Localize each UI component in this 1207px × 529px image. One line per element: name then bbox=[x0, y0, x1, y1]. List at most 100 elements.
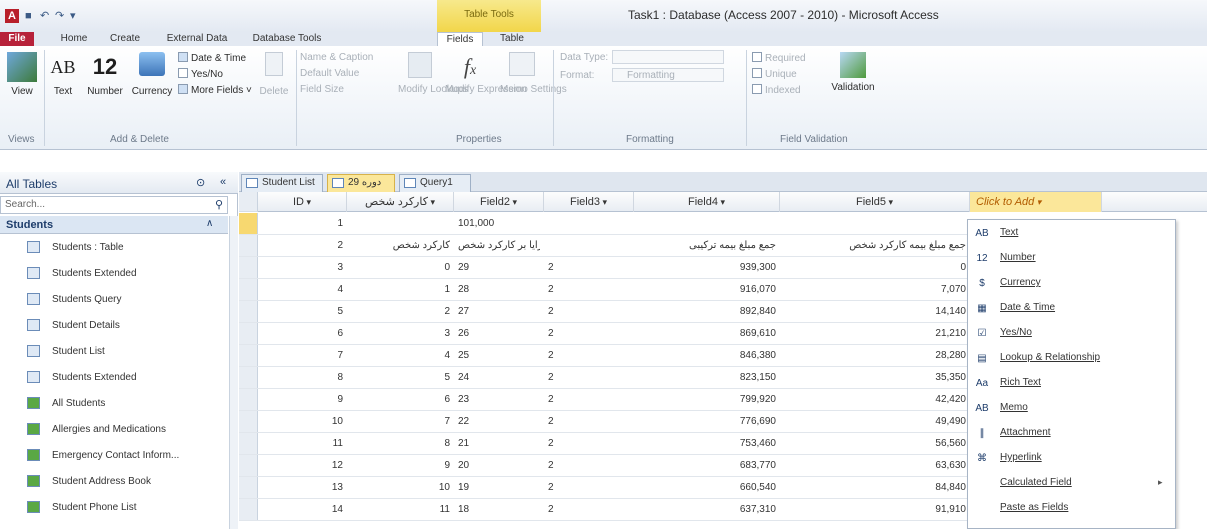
nav-scrollbar[interactable] bbox=[229, 216, 238, 529]
table-cell[interactable]: 8 bbox=[262, 369, 343, 387]
table-cell[interactable]: 660,540 bbox=[638, 479, 776, 497]
nav-item[interactable]: Emergency Contact Inform... bbox=[0, 444, 228, 468]
sort-dropdown-icon[interactable]: ▾ bbox=[304, 197, 311, 207]
table-cell[interactable]: 28 bbox=[458, 281, 540, 299]
sort-dropdown-icon[interactable]: ▾ bbox=[886, 197, 893, 207]
table-cell[interactable]: جمع مبلغ بیمه ترکیبی bbox=[638, 237, 776, 255]
menu-item-paste-as-fields[interactable]: Paste as Fields bbox=[968, 497, 1175, 521]
document-tab[interactable]: Student List bbox=[241, 174, 323, 192]
table-cell[interactable]: 1 bbox=[262, 215, 343, 233]
table-cell[interactable]: 21,210 bbox=[784, 325, 966, 343]
menu-item-lookup[interactable]: ▤ Lookup & Relationship bbox=[968, 347, 1175, 371]
table-cell[interactable]: 91,910 bbox=[784, 501, 966, 519]
nav-item[interactable]: Students : Table bbox=[0, 236, 228, 260]
table-cell[interactable]: 799,920 bbox=[638, 391, 776, 409]
default-value-button[interactable]: Default Value bbox=[300, 68, 359, 80]
table-cell[interactable]: 2 bbox=[548, 347, 630, 365]
table-cell[interactable]: 7 bbox=[262, 347, 343, 365]
table-cell[interactable]: 35,350 bbox=[784, 369, 966, 387]
tab-table[interactable]: Table bbox=[490, 32, 534, 46]
sort-dropdown-icon[interactable]: ▾ bbox=[428, 197, 435, 207]
table-cell[interactable]: 846,380 bbox=[638, 347, 776, 365]
search-icon[interactable]: ⚲ bbox=[215, 198, 223, 211]
table-cell[interactable]: 19 bbox=[458, 479, 540, 497]
text-field-button[interactable]: AB Text bbox=[47, 52, 79, 98]
table-cell[interactable] bbox=[548, 237, 630, 255]
table-cell[interactable]: کارکرد شخص bbox=[351, 237, 450, 255]
table-cell[interactable]: 4 bbox=[262, 281, 343, 299]
table-cell[interactable]: 9 bbox=[351, 457, 450, 475]
column-header[interactable]: Field2 ▾ bbox=[454, 192, 544, 212]
select-all-corner[interactable] bbox=[239, 192, 258, 212]
table-cell[interactable]: 2 bbox=[548, 413, 630, 431]
tab-create[interactable]: Create bbox=[102, 32, 148, 46]
table-cell[interactable]: 7,070 bbox=[784, 281, 966, 299]
table-cell[interactable]: 2 bbox=[548, 325, 630, 343]
table-cell[interactable]: 8 bbox=[351, 435, 450, 453]
menu-item-calculated-field[interactable]: Calculated Field ▸ bbox=[968, 472, 1175, 496]
table-cell[interactable]: 753,460 bbox=[638, 435, 776, 453]
table-cell[interactable]: 22 bbox=[458, 413, 540, 431]
yes-no-button[interactable]: Yes/No bbox=[178, 68, 223, 81]
table-cell[interactable]: 4 bbox=[351, 347, 450, 365]
nav-group-header-students[interactable]: Students ∧ bbox=[0, 216, 228, 234]
table-cell[interactable]: 2 bbox=[548, 259, 630, 277]
nav-item[interactable]: Student List bbox=[0, 340, 228, 364]
table-cell[interactable]: 2 bbox=[548, 391, 630, 409]
sort-dropdown-icon[interactable]: ▾ bbox=[510, 197, 517, 207]
table-cell[interactable]: 11 bbox=[262, 435, 343, 453]
nav-item[interactable]: All Students bbox=[0, 392, 228, 416]
menu-item-rich-text[interactable]: Aa Rich Text bbox=[968, 372, 1175, 396]
column-header[interactable]: کارکرد شخص ▾ bbox=[347, 192, 454, 212]
table-cell[interactable]: 2 bbox=[548, 281, 630, 299]
menu-item-text[interactable]: AB Text bbox=[968, 222, 1175, 246]
table-cell[interactable]: 11 bbox=[351, 501, 450, 519]
nav-search-box[interactable]: Search... ⚲ bbox=[0, 196, 228, 214]
redo-icon[interactable]: ↷ bbox=[55, 9, 64, 23]
undo-icon[interactable]: ↶ bbox=[40, 9, 49, 23]
table-cell[interactable]: 683,770 bbox=[638, 457, 776, 475]
tab-fields[interactable]: Fields bbox=[437, 32, 483, 46]
table-cell[interactable]: 27 bbox=[458, 303, 540, 321]
sort-dropdown-icon[interactable]: ▾ bbox=[718, 197, 725, 207]
table-cell[interactable]: 0 bbox=[784, 259, 966, 277]
modify-lookups-button[interactable]: Modify Lookups bbox=[398, 52, 468, 96]
table-cell[interactable]: 2 bbox=[548, 479, 630, 497]
customize-qat-icon[interactable]: ▾ bbox=[70, 9, 76, 23]
table-cell[interactable]: 2 bbox=[262, 237, 343, 255]
save-icon[interactable]: ■ bbox=[25, 9, 32, 23]
table-cell[interactable]: 9 bbox=[262, 391, 343, 409]
nav-item[interactable]: Allergies and Medications bbox=[0, 418, 228, 442]
table-cell[interactable]: 2 bbox=[548, 435, 630, 453]
table-cell[interactable]: 892,840 bbox=[638, 303, 776, 321]
nav-menu-chevron-icon[interactable]: ⊙ bbox=[196, 176, 205, 189]
table-cell[interactable]: 1 bbox=[351, 281, 450, 299]
table-cell[interactable]: 49,490 bbox=[784, 413, 966, 431]
field-size-button[interactable]: Field Size bbox=[300, 84, 344, 96]
more-fields-button[interactable]: More Fields ˅ bbox=[178, 84, 252, 97]
document-tab[interactable]: دوره 29 bbox=[327, 174, 395, 192]
table-cell[interactable]: 2 bbox=[548, 457, 630, 475]
table-cell[interactable]: 84,840 bbox=[784, 479, 966, 497]
nav-item[interactable]: Students Query bbox=[0, 288, 228, 312]
table-cell[interactable]: 29 bbox=[458, 259, 540, 277]
nav-item[interactable]: Students Extended bbox=[0, 262, 228, 286]
menu-item-yes-no[interactable]: ☑ Yes/No bbox=[968, 322, 1175, 346]
validation-button[interactable]: Validation bbox=[826, 52, 880, 94]
table-cell[interactable]: 869,610 bbox=[638, 325, 776, 343]
table-cell[interactable]: مزایا بر کارکرد شخص bbox=[458, 237, 540, 255]
table-cell[interactable]: 20 bbox=[458, 457, 540, 475]
table-cell[interactable]: 916,070 bbox=[638, 281, 776, 299]
table-cell[interactable]: 12 bbox=[262, 457, 343, 475]
search-input[interactable]: Search... bbox=[5, 199, 45, 210]
table-cell[interactable] bbox=[351, 215, 450, 233]
table-cell[interactable]: 823,150 bbox=[638, 369, 776, 387]
currency-field-button[interactable]: Currency bbox=[130, 52, 174, 98]
table-cell[interactable]: 10 bbox=[262, 413, 343, 431]
table-cell[interactable]: جمع مبلغ بیمه کارکرد شخص bbox=[784, 237, 966, 255]
menu-item-currency[interactable]: $ Currency bbox=[968, 272, 1175, 296]
indexed-checkbox[interactable]: Indexed bbox=[752, 84, 801, 97]
table-cell[interactable] bbox=[784, 215, 966, 233]
number-field-button[interactable]: 12 Number bbox=[84, 52, 126, 98]
table-cell[interactable]: 2 bbox=[548, 369, 630, 387]
